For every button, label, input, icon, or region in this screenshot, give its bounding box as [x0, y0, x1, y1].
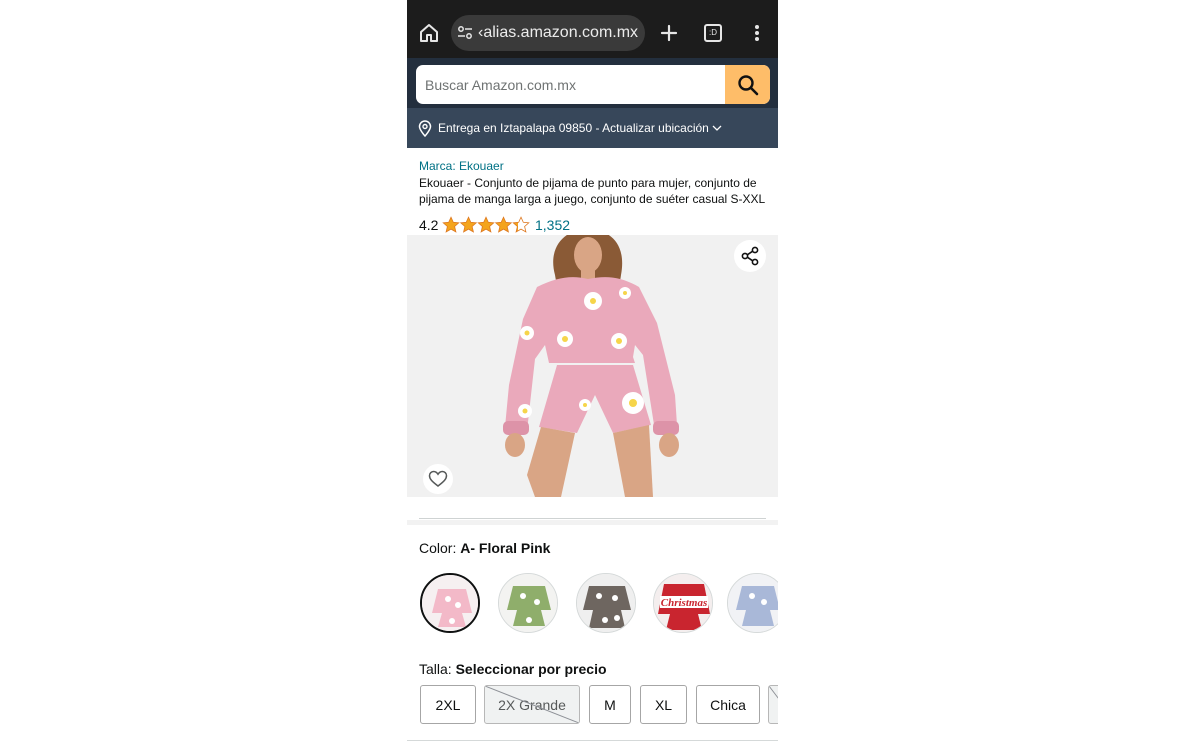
size-option-2x-grande[interactable]: 2X Grande	[484, 685, 580, 724]
color-label-prefix: Color:	[419, 540, 461, 556]
selected-color-name: A- Floral Pink	[460, 540, 551, 556]
status-bar	[407, 0, 778, 8]
tune-icon[interactable]	[457, 25, 473, 41]
unavailable-strike	[769, 686, 778, 699]
swatch-image: Christmas	[654, 574, 712, 632]
size-label-prefix: Talla:	[419, 661, 456, 677]
color-label: Color: A- Floral Pink	[419, 540, 550, 556]
color-swatch-floral-pink[interactable]	[420, 573, 480, 633]
search-icon	[737, 74, 758, 95]
share-icon	[741, 246, 759, 266]
search-box	[416, 65, 770, 104]
swatch-image	[577, 574, 635, 632]
url-text[interactable]: ‹alias.amazon.com.mx	[478, 24, 638, 42]
section-divider	[419, 518, 766, 519]
color-swatch-christmas[interactable]: Christmas	[653, 573, 713, 633]
size-option-overflow[interactable]	[768, 685, 778, 724]
product-image[interactable]	[407, 235, 778, 497]
size-option-label: 2XL	[435, 696, 461, 713]
product-photo	[407, 235, 778, 497]
tabs-icon-text: :D	[709, 28, 717, 37]
heart-icon	[428, 470, 448, 487]
plus-icon[interactable]	[657, 21, 681, 45]
rating-value: 4.2	[419, 217, 439, 233]
favorite-button[interactable]	[423, 464, 453, 494]
star-rating[interactable]	[442, 216, 530, 234]
size-label: Talla: Seleccionar por precio	[419, 661, 607, 677]
menu-icon[interactable]	[749, 21, 765, 45]
swatch-image	[422, 575, 478, 631]
swatch-image	[499, 574, 557, 632]
address-bar[interactable]: ‹alias.amazon.com.mx	[451, 15, 645, 51]
size-option-label: Chica	[710, 696, 746, 713]
color-swatch-floral-green[interactable]	[498, 573, 558, 633]
color-swatch-floral-gray[interactable]	[576, 573, 636, 633]
rating-row[interactable]: 4.2 1,352	[419, 215, 619, 235]
swatch-image	[728, 574, 778, 632]
brand-link[interactable]: Marca: Ekouaer	[419, 159, 504, 173]
search-button[interactable]	[725, 65, 770, 104]
size-option-m[interactable]: M	[589, 685, 631, 724]
location-pin-icon	[418, 120, 432, 137]
delivery-text: Entrega en Iztapalapa 09850 - Actualizar…	[438, 121, 709, 135]
star-icon	[477, 216, 495, 233]
star-icon	[460, 216, 477, 233]
phone-viewport: ‹alias.amazon.com.mx :D Buscar Amazon.co…	[407, 0, 778, 747]
size-option-label: XL	[654, 696, 673, 713]
tabs-icon[interactable]: :D	[704, 24, 722, 42]
review-count-link[interactable]: 1,352	[535, 217, 570, 233]
size-option-xl[interactable]: XL	[640, 685, 687, 724]
chevron-down-icon	[712, 125, 722, 131]
size-option-label: M	[604, 696, 616, 713]
bottom-divider	[407, 740, 778, 741]
delivery-location-bar[interactable]: Entrega en Iztapalapa 09850 - Actualizar…	[407, 108, 778, 148]
star-icon	[512, 216, 530, 233]
swatch-christmas-text: Christmas	[661, 597, 707, 609]
size-selection-hint: Seleccionar por precio	[455, 661, 607, 677]
home-icon[interactable]	[417, 21, 441, 45]
size-option-2xl[interactable]: 2XL	[420, 685, 476, 724]
size-option-chica[interactable]: Chica	[696, 685, 760, 724]
search-header	[407, 58, 778, 108]
browser-toolbar: ‹alias.amazon.com.mx :D	[407, 8, 778, 58]
product-title: Ekouaer - Conjunto de pijama de punto pa…	[419, 176, 766, 206]
star-icon	[495, 216, 512, 233]
search-input[interactable]	[416, 65, 724, 104]
share-button[interactable]	[734, 240, 766, 272]
star-icon	[442, 216, 460, 233]
color-swatch-floral-blue[interactable]	[727, 573, 778, 633]
section-gap	[407, 520, 778, 525]
unavailable-strike	[485, 686, 579, 723]
